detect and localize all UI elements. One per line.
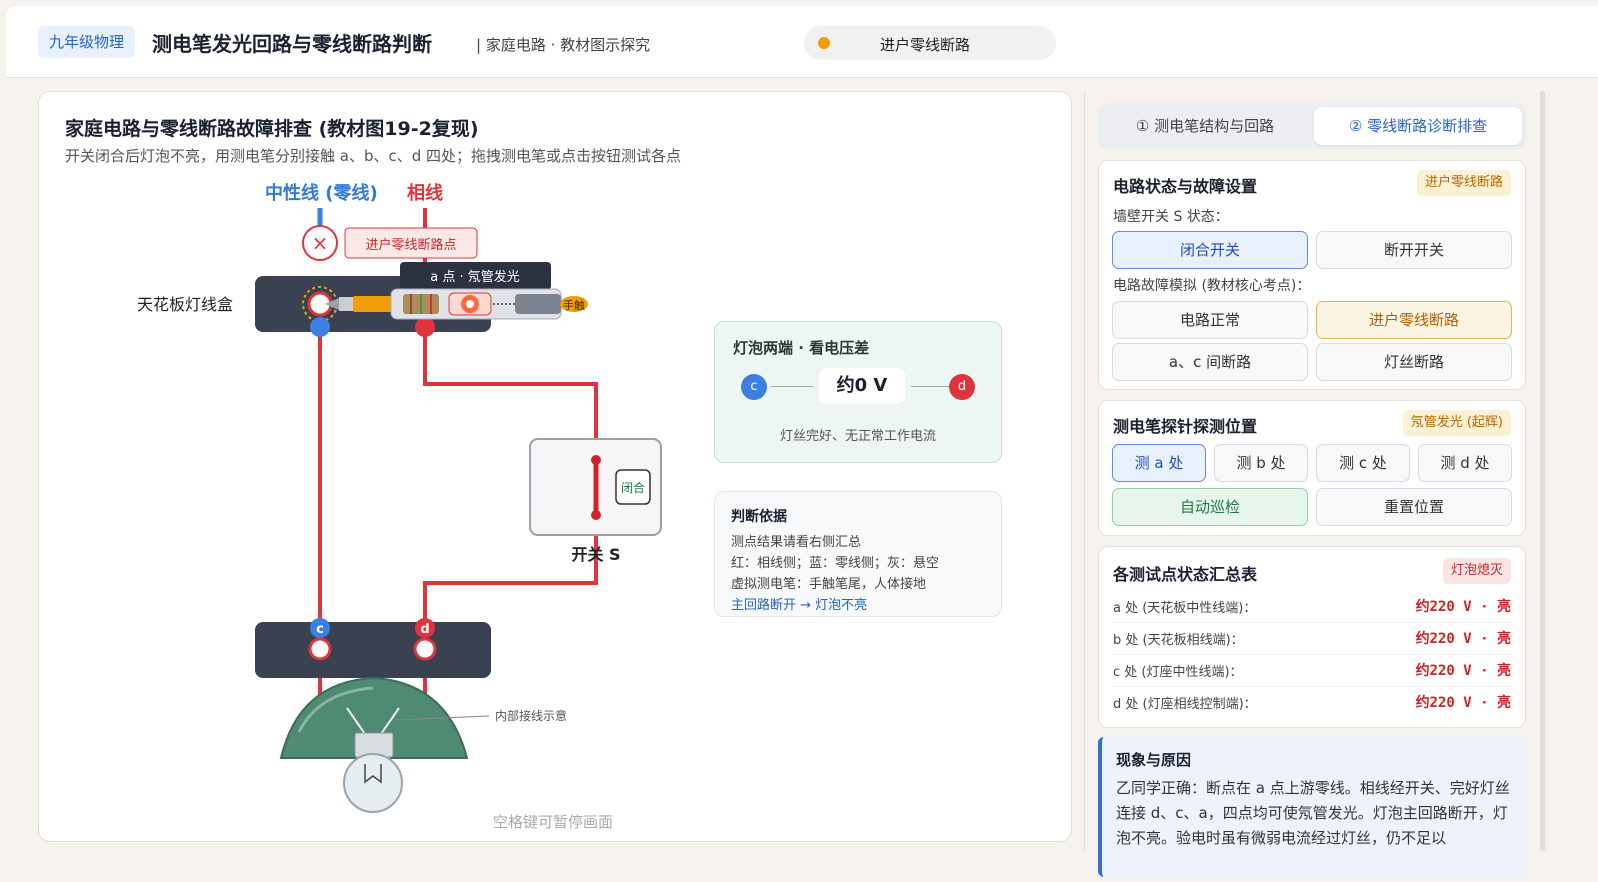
tab-diagnosis[interactable]: ② 零线断路诊断排查 bbox=[1314, 107, 1522, 145]
switch-to-lamp-wire bbox=[423, 534, 598, 637]
tester-tooltip-text: a 点 · 氖管发光 bbox=[430, 269, 520, 285]
summary-value: 约220 V · 亮 bbox=[1415, 695, 1511, 711]
panel-title: 各测试点状态汇总表 bbox=[1113, 565, 1258, 584]
switch-contact-top bbox=[591, 455, 601, 465]
voltage-line-right bbox=[911, 386, 949, 387]
reason-title: 现象与原因 bbox=[1116, 751, 1192, 769]
summary-panel: 各测试点状态汇总表 灯泡熄灭 a 处 (天花板中性线端)： 约220 V · 亮… bbox=[1098, 546, 1526, 728]
page-subtitle: | 家庭电路 · 教材图示探究 bbox=[476, 36, 651, 54]
switch-state: 闭合 bbox=[621, 480, 645, 495]
live-wire-to-switch bbox=[423, 322, 598, 452]
summary-row-d: d 处 (灯座相线控制端)： 约220 V · 亮 bbox=[1113, 687, 1511, 719]
fault-neutral-break-button[interactable]: 进户零线断路 bbox=[1316, 301, 1512, 339]
circuit-card: 中性线 (零线) 相线 × 进户零线断路点 天花板灯线盒 a 点 · 氖管发光 bbox=[38, 91, 1072, 842]
node-a-dot bbox=[310, 317, 330, 337]
switch-state-label: 墙壁开关 S 状态： bbox=[1113, 209, 1229, 225]
node-b-dot bbox=[415, 317, 435, 337]
close-switch-button[interactable]: 闭合开关 bbox=[1112, 231, 1308, 269]
card-subtitle: 开关闭合后灯泡不亮，用测电笔分别接触 a、b、c、d 四处；拖拽测电笔或点击按钮… bbox=[65, 147, 682, 165]
node-c-label: c bbox=[316, 622, 324, 637]
switch-label: 开关 S bbox=[571, 545, 620, 564]
summary-label: d 处 (灯座相线控制端)： bbox=[1113, 697, 1257, 712]
judgement-line: 红：相线侧；蓝：零线侧；灰：悬空 bbox=[731, 556, 940, 571]
auto-patrol-button[interactable]: 自动巡检 bbox=[1112, 488, 1308, 526]
circuit-diagram: 中性线 (零线) 相线 × 进户零线断路点 天花板灯线盒 a 点 · 氖管发光 bbox=[137, 182, 662, 813]
judgement-line: 测点结果请看右侧汇总 bbox=[731, 535, 862, 550]
ceiling-box-label: 天花板灯线盒 bbox=[137, 295, 233, 314]
tab-bar: ① 测电笔结构与回路 ② 零线断路诊断排查 bbox=[1098, 103, 1526, 149]
page-title: 测电笔发光回路与零线断路判断 bbox=[152, 32, 432, 56]
tab-structure[interactable]: ① 测电笔结构与回路 bbox=[1102, 107, 1308, 145]
probe-panel: 测电笔探针探测位置 氖管发光 (起辉) 测 a 处 测 b 处 测 c 处 测 … bbox=[1098, 400, 1526, 536]
judgement-conclusion: 主回路断开 → 灯泡不亮 bbox=[731, 598, 868, 613]
sidebar-scrollbar[interactable] bbox=[1540, 91, 1545, 851]
status-dot-icon bbox=[818, 37, 830, 49]
break-x-mark: × bbox=[312, 231, 329, 255]
summary-label: a 处 (天花板中性线端)： bbox=[1113, 601, 1257, 616]
voltage-note: 灯丝完好、无正常工作电流 bbox=[779, 429, 936, 444]
node-d-terminal bbox=[413, 637, 437, 661]
panel-title: 测电笔探针探测位置 bbox=[1113, 417, 1258, 436]
judgement-title: 判断依据 bbox=[731, 509, 787, 525]
fault-sim-label: 电路故障模拟 (教材核心考点)： bbox=[1113, 278, 1311, 294]
summary-row-b: b 处 (天花板相线端)： 约220 V · 亮 bbox=[1113, 623, 1511, 655]
voltage-value: 约0 V bbox=[819, 368, 905, 404]
node-c-terminal bbox=[308, 637, 332, 661]
fault-normal-button[interactable]: 电路正常 bbox=[1112, 301, 1308, 339]
circuit-state-panel: 电路状态与故障设置 进户零线断路 墙壁开关 S 状态： 闭合开关 断开开关 电路… bbox=[1098, 160, 1526, 390]
summary-label: b 处 (天花板相线端)： bbox=[1113, 633, 1244, 648]
panel-title: 电路状态与故障设置 bbox=[1113, 177, 1258, 196]
open-switch-button[interactable]: 断开开关 bbox=[1316, 231, 1512, 269]
grade-badge: 九年级物理 bbox=[38, 26, 136, 58]
live-wire-label: 相线 bbox=[407, 182, 443, 204]
break-tag: 进户零线断路点 bbox=[365, 237, 456, 253]
fault-ac-break-button[interactable]: a、c 间断路 bbox=[1112, 343, 1308, 381]
summary-value: 约220 V · 亮 bbox=[1415, 631, 1511, 647]
summary-row-a: a 处 (天花板中性线端)： 约220 V · 亮 bbox=[1113, 591, 1511, 623]
voltage-node-d: d bbox=[949, 374, 975, 400]
judgement-line: 虚拟测电笔：手触笔尾，人体接地 bbox=[731, 577, 927, 592]
status-text: 进户零线断路 bbox=[880, 36, 971, 54]
bulb-status-tag: 灯泡熄灭 bbox=[1442, 558, 1511, 584]
voltage-card: 灯泡两端 · 看电压差 c 约0 V d 灯丝完好、无正常工作电流 bbox=[714, 321, 1002, 463]
bulb-glass bbox=[343, 753, 403, 813]
lamp-socket bbox=[255, 622, 491, 678]
switch-contact-bottom bbox=[591, 510, 601, 520]
status-pill: 进户零线断路 bbox=[804, 26, 1056, 60]
node-d-label: d bbox=[420, 622, 429, 637]
voltage-card-title: 灯泡两端 · 看电压差 bbox=[733, 339, 870, 357]
fault-status-tag: 进户零线断路 bbox=[1416, 170, 1511, 196]
probe-a-button[interactable]: 测 a 处 bbox=[1112, 444, 1206, 482]
reason-text: 乙同学正确：断点在 a 点上游零线。相线经开关、完好灯丝连接 d、c、a，四点均… bbox=[1116, 779, 1510, 847]
reason-box: 现象与原因 乙同学正确：断点在 a 点上游零线。相线经开关、完好灯丝连接 d、c… bbox=[1098, 737, 1526, 877]
neon-status-tag: 氖管发光 (起辉) bbox=[1402, 410, 1511, 436]
voltage-node-c: c bbox=[741, 374, 767, 400]
internal-wiring-label: 内部接线示意 bbox=[495, 708, 567, 723]
card-title: 家庭电路与零线断路故障排查 (教材图19-2复现) bbox=[65, 118, 479, 140]
top-bar: 九年级物理 测电笔发光回路与零线断路判断 | 家庭电路 · 教材图示探究 进户零… bbox=[6, 6, 1598, 78]
probe-c-button[interactable]: 测 c 处 bbox=[1316, 444, 1410, 482]
reset-position-button[interactable]: 重置位置 bbox=[1316, 488, 1512, 526]
neutral-wire-label: 中性线 (零线) bbox=[265, 182, 378, 204]
summary-row-c: c 处 (灯座中性线端)： 约220 V · 亮 bbox=[1113, 655, 1511, 687]
judgement-card: 判断依据 测点结果请看右侧汇总 红：相线侧；蓝：零线侧；灰：悬空 虚拟测电笔：手… bbox=[714, 491, 1002, 617]
column-divider bbox=[1084, 91, 1085, 851]
pause-hint: 空格键可暂停画面 bbox=[493, 813, 614, 831]
fault-filament-button[interactable]: 灯丝断路 bbox=[1316, 343, 1512, 381]
probe-b-button[interactable]: 测 b 处 bbox=[1214, 444, 1308, 482]
voltage-line-left bbox=[771, 386, 813, 387]
probe-d-button[interactable]: 测 d 处 bbox=[1418, 444, 1512, 482]
hand-tag: 手触 bbox=[563, 298, 585, 312]
summary-value: 约220 V · 亮 bbox=[1415, 663, 1511, 679]
summary-value: 约220 V · 亮 bbox=[1415, 599, 1511, 615]
summary-label: c 处 (灯座中性线端)： bbox=[1113, 665, 1243, 680]
